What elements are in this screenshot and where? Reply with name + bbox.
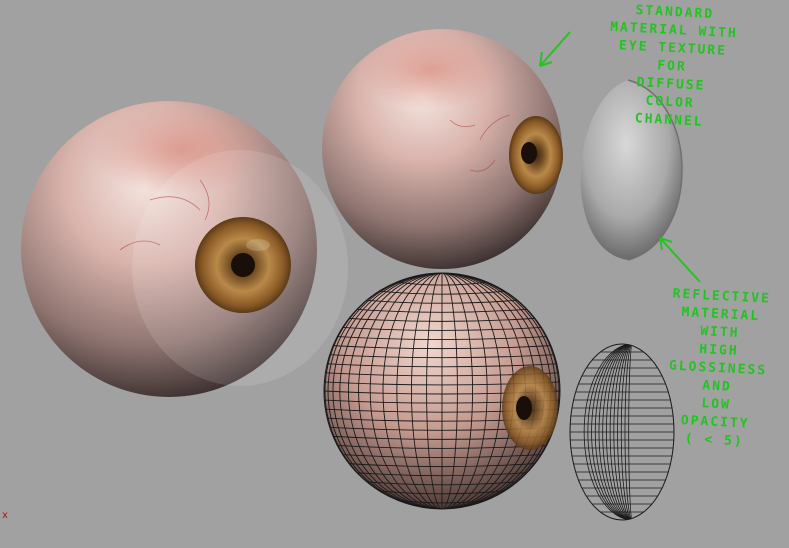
arrow-bottom xyxy=(659,237,701,283)
annotation-standard-material: STANDARD MATERIAL WITH EYE TEXTURE FOR D… xyxy=(609,3,739,130)
wireframe-eyeball xyxy=(323,272,561,510)
rendered-eyeball xyxy=(322,29,563,269)
axis-indicator: x xyxy=(2,510,8,521)
annotation-reflective-material: REFLECTIVE MATERIAL WITH HIGH GLOSSINESS… xyxy=(668,286,772,450)
3d-viewport[interactable]: STANDARD MATERIAL WITH EYE TEXTURE FOR D… xyxy=(0,0,789,548)
large-eyeball xyxy=(21,101,348,397)
